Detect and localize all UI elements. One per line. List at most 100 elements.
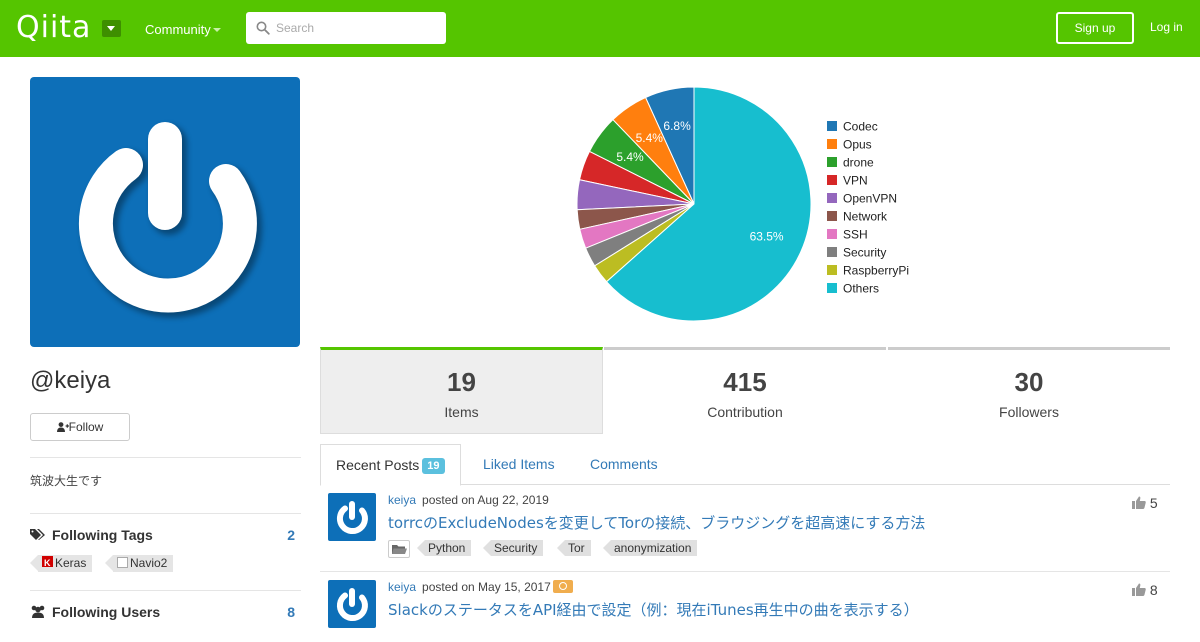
legend-label[interactable]: RaspberryPi — [843, 264, 909, 278]
post-date: posted on Aug 22, 2019 — [422, 493, 549, 507]
like-count: 8 — [1132, 582, 1158, 598]
post-tag[interactable]: anonymization — [602, 540, 698, 556]
following-tags-title: Following Tags — [52, 527, 153, 543]
search-icon — [256, 21, 270, 35]
legend-label[interactable]: SSH — [843, 228, 868, 242]
count-badge: 19 — [422, 458, 445, 474]
stat-followers[interactable]: 30 Followers — [888, 347, 1170, 434]
legend-swatch — [827, 175, 837, 185]
legend-label[interactable]: Others — [843, 282, 879, 296]
post-tag[interactable]: Tor — [557, 540, 591, 556]
tag-keras[interactable]: K Keras — [29, 555, 93, 572]
legend-label[interactable]: Network — [843, 210, 888, 224]
profile-avatar — [30, 77, 300, 347]
tab-label: Recent Posts — [336, 457, 420, 473]
user-plus-icon — [56, 422, 69, 432]
login-link[interactable]: Log in — [1150, 20, 1183, 34]
power-logo-icon — [336, 501, 368, 535]
author-link[interactable]: keiya — [388, 493, 416, 507]
legend-label[interactable]: Security — [843, 246, 886, 260]
legend-swatch — [827, 193, 837, 203]
following-users-heading: Following Users — [30, 604, 160, 620]
legend-swatch — [827, 139, 837, 149]
post-title-link[interactable]: SlackのステータスをAPI経由で設定（例：現在iTunes再生中の曲を表示す… — [388, 599, 919, 620]
divider — [30, 513, 301, 514]
legend-label[interactable]: VPN — [843, 174, 868, 188]
legend-swatch — [827, 247, 837, 257]
post-item: keiya posted on May 15, 2017 Slackのステータスを… — [320, 572, 1170, 642]
pie-slice-label: 63.5% — [750, 230, 784, 244]
profile-username: @keiya — [30, 367, 111, 394]
users-icon — [31, 605, 45, 618]
legend-label[interactable]: Codec — [843, 120, 878, 134]
qiita-logo[interactable]: Qiita — [16, 10, 91, 45]
stats-bar: 19 Items 415 Contribution 30 Followers — [320, 347, 1170, 434]
legend-swatch — [827, 157, 837, 167]
power-logo-icon — [336, 588, 368, 622]
legend-swatch — [827, 229, 837, 239]
tag-label: Navio2 — [130, 556, 168, 570]
thumbs-up-icon — [1132, 496, 1146, 509]
post-tag[interactable]: Security — [482, 540, 544, 556]
legend-swatch — [827, 283, 837, 293]
stat-label: Followers — [999, 404, 1059, 420]
post-tag[interactable]: Python — [416, 540, 472, 556]
keras-icon: K — [42, 556, 53, 568]
pie-slice-label: 5.4% — [616, 150, 644, 164]
legend-swatch — [827, 265, 837, 275]
stat-value: 30 — [1014, 367, 1044, 397]
post-item: keiya posted on Aug 22, 2019 torrcのExclud… — [320, 485, 1170, 571]
legend-swatch — [827, 211, 837, 221]
profile-tabs: Recent Posts 19 Liked Items Comments — [320, 444, 1170, 486]
top-navbar: Qiita Community Sign up Log in — [0, 0, 1200, 57]
chevron-down-icon[interactable] — [213, 28, 221, 32]
tag-navio2[interactable]: Navio2 — [104, 555, 174, 572]
legend-swatch — [827, 121, 837, 131]
search-box[interactable] — [246, 12, 446, 44]
stat-value: 19 — [447, 367, 476, 397]
tab-liked-items[interactable]: Liked Items — [483, 444, 555, 485]
post-date: posted on May 15, 2017 — [422, 580, 551, 594]
legend-label[interactable]: Opus — [843, 138, 872, 152]
post-meta: keiya posted on May 15, 2017 — [388, 580, 573, 594]
stat-label: Contribution — [707, 404, 783, 420]
author-avatar[interactable] — [328, 493, 376, 541]
like-count: 5 — [1132, 495, 1158, 511]
broken-image-icon — [117, 557, 128, 568]
legend-label[interactable]: OpenVPN — [843, 192, 897, 206]
following-tags-count[interactable]: 2 — [270, 527, 295, 543]
profile-bio: 筑波大生です — [30, 474, 103, 488]
stat-contribution[interactable]: 415 Contribution — [604, 347, 886, 434]
divider — [30, 590, 301, 591]
following-tags-heading: Following Tags — [30, 527, 153, 543]
follow-label: Follow — [68, 420, 104, 434]
tag-distribution-pie-chart: 6.8%5.4%5.4%63.5%CodecOpusdroneVPNOpenVP… — [576, 86, 909, 322]
post-meta: keiya posted on Aug 22, 2019 — [388, 493, 549, 507]
author-avatar[interactable] — [328, 580, 376, 628]
follow-button[interactable]: Follow — [30, 413, 130, 441]
pie-slice-label: 6.8% — [663, 119, 691, 133]
tag-label: Keras — [55, 556, 87, 570]
tab-comments[interactable]: Comments — [590, 444, 658, 485]
stat-value: 415 — [723, 367, 767, 397]
folder-icon — [388, 540, 410, 558]
post-title-link[interactable]: torrcのExcludeNodesを変更してTorの接続、ブラウジングを超高速… — [388, 512, 925, 533]
following-users-count[interactable]: 8 — [270, 604, 295, 620]
signup-button[interactable]: Sign up — [1056, 12, 1134, 44]
legend-label[interactable]: drone — [843, 156, 874, 170]
community-menu[interactable]: Community — [145, 22, 211, 37]
old-post-badge-icon — [552, 580, 573, 593]
author-link[interactable]: keiya — [388, 580, 416, 594]
following-users-title: Following Users — [52, 604, 161, 620]
stat-items[interactable]: 19 Items — [320, 347, 603, 434]
thumbs-up-icon — [1132, 583, 1146, 596]
divider — [30, 457, 301, 458]
tab-recent-posts[interactable]: Recent Posts 19 — [320, 444, 461, 486]
logo-dropdown-icon[interactable] — [102, 20, 121, 37]
tags-icon — [30, 529, 45, 540]
stat-label: Items — [444, 404, 479, 420]
search-input[interactable] — [276, 12, 441, 44]
svg-text:K: K — [44, 558, 51, 568]
power-logo-icon — [78, 122, 262, 318]
like-number: 8 — [1149, 582, 1158, 598]
